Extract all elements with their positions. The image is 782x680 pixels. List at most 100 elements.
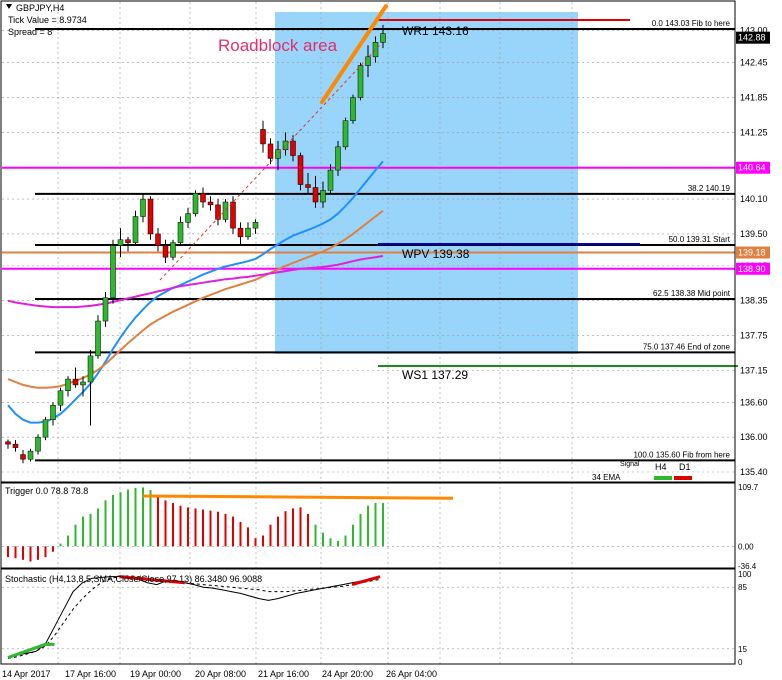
- price-tick-label: 142.45: [740, 58, 768, 68]
- candle-body: [50, 404, 56, 420]
- candle-body: [312, 187, 319, 203]
- fib-label: 62.5 138.38 Mid point: [653, 289, 731, 298]
- price-tick-label: 136.00: [740, 432, 768, 442]
- candle-body: [110, 245, 116, 299]
- candle-body: [5, 441, 11, 445]
- stoch-tick-label: 15: [738, 645, 747, 654]
- candle-body: [162, 245, 169, 258]
- candle-body: [42, 419, 49, 438]
- price-tick-label: 141.25: [740, 127, 768, 137]
- price-tick-label: 140.10: [740, 194, 768, 204]
- candle-body: [297, 155, 304, 185]
- price-tick-label: 139.50: [740, 229, 768, 239]
- stoch-tick-label: 100: [738, 570, 752, 579]
- fib-label: 100.0 135.60 Fib from here: [633, 450, 730, 459]
- candle-body: [95, 320, 101, 357]
- candle-body: [335, 146, 341, 171]
- roadblock-label: Roadblock area: [218, 36, 338, 55]
- candle-body: [357, 65, 364, 98]
- candle-body: [170, 242, 176, 258]
- candle-body: [140, 198, 146, 217]
- price-tick-label: 137.15: [740, 365, 768, 375]
- candle-body: [80, 381, 86, 386]
- price-tag-label: 142.88: [738, 33, 766, 43]
- legend-signal-label: Signal: [620, 461, 640, 468]
- chart-canvas: 0.0 143.03 Fib to here 38.2 140.19 50.0 1…: [0, 0, 782, 680]
- candle-body: [342, 120, 349, 148]
- candle-body: [87, 355, 94, 383]
- price-tick-label: 138.35: [740, 296, 768, 306]
- stoch-title: Stochastic (H4,13,8,5,SMA,Close/Close,97…: [5, 574, 262, 584]
- price-tick-label: 137.75: [740, 331, 768, 341]
- candle-body: [147, 198, 154, 235]
- legend-d1-bar: [674, 476, 692, 480]
- price-tag-label: 138.90: [738, 264, 766, 274]
- ws1-label: WS1 137.29: [402, 368, 468, 382]
- trigger-title: Trigger 0.0 78.8 78.8: [5, 486, 88, 496]
- price-tag-label: 140.64: [738, 163, 766, 173]
- candle-body: [192, 193, 199, 214]
- candle-body: [215, 204, 221, 220]
- legend-h4-bar: [654, 476, 672, 480]
- price-tag-label: 139.18: [738, 248, 766, 258]
- candle-body: [20, 454, 26, 460]
- candle-body: [260, 129, 266, 145]
- candle-body: [275, 149, 281, 159]
- candle-body: [222, 201, 229, 220]
- candle-body: [155, 233, 161, 246]
- candle-body: [125, 239, 131, 243]
- time-tick-label: 19 Apr 00:00: [130, 669, 181, 679]
- wpv-label: WPV 139.38: [402, 247, 470, 261]
- time-tick-label: 21 Apr 16:00: [258, 669, 309, 679]
- roadblock-area: [275, 12, 578, 354]
- fib-label: 0.0 143.03 Fib to here: [652, 19, 731, 28]
- candle-body: [267, 143, 274, 159]
- time-tick-label: 20 Apr 08:00: [195, 669, 246, 679]
- time-tick-label: 17 Apr 16:00: [65, 669, 116, 679]
- spread: Spread = 8: [8, 27, 52, 37]
- symbol-title: GBPJPY,H4: [16, 3, 64, 13]
- stoch-tick-label: 85: [738, 583, 747, 592]
- time-axis: 14 Apr 2017 17 Apr 16:00 19 Apr 00:00 20 Ap…: [2, 669, 437, 679]
- legend-ema-label: 34 EMA: [592, 473, 621, 482]
- trigger-tick-label: 0.00: [738, 542, 754, 551]
- price-tick-label: 135.40: [740, 467, 768, 477]
- candle-body: [12, 443, 19, 448]
- candle-body: [350, 97, 356, 121]
- candle-body: [207, 201, 214, 206]
- candle-body: [35, 436, 41, 452]
- candle-body: [72, 378, 79, 386]
- candle-body: [237, 227, 244, 238]
- candle-body: [185, 213, 191, 223]
- legend-h4: H4: [655, 462, 667, 472]
- candle-body: [380, 33, 386, 43]
- candle-body: [57, 390, 64, 406]
- candle-body: [372, 42, 379, 58]
- candle-body: [177, 222, 184, 243]
- fib-label: 50.0 139.31 Start: [669, 235, 731, 244]
- time-tick-label: 14 Apr 2017: [2, 669, 51, 679]
- fib-label: 75.0 137.46 End of zone: [643, 342, 731, 351]
- candle-body: [365, 56, 371, 66]
- candle-body: [327, 169, 334, 191]
- candle-body: [252, 222, 259, 229]
- candle-body: [27, 450, 34, 460]
- time-tick-label: 24 Apr 20:00: [322, 669, 373, 679]
- wr1-label: WR1 143.16: [402, 24, 469, 38]
- fib-label: 38.2 140.19: [688, 184, 731, 193]
- candle-body: [102, 297, 109, 322]
- candle-body: [230, 201, 236, 229]
- candle-body: [200, 193, 206, 203]
- price-tick-label: 136.60: [740, 397, 768, 407]
- candle-body: [305, 184, 311, 188]
- candle-body: [117, 239, 124, 246]
- legend-d1: D1: [679, 462, 691, 472]
- candle-body: [290, 140, 296, 156]
- time-tick-label: 26 Apr 04:00: [386, 669, 437, 679]
- price-tick-label: 141.85: [740, 92, 768, 102]
- candle-body: [245, 227, 251, 238]
- stoch-tick-label: 0: [738, 658, 743, 667]
- candle-body: [132, 216, 139, 243]
- candle-body: [320, 190, 326, 203]
- trigger-tick-label: 109.7: [738, 483, 759, 492]
